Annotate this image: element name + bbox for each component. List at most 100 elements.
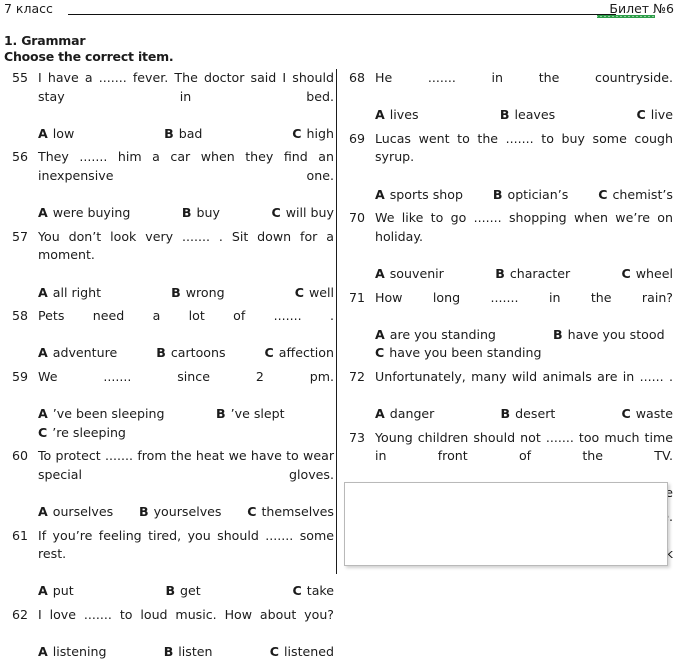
option-letter: B [495, 265, 505, 281]
answer-option[interactable]: Aourselves [38, 503, 113, 522]
option-letter: A [38, 284, 48, 300]
question-stem: Unfortunately, many wild animals are in … [375, 368, 673, 384]
question-item: 57 You don’t look very ....... . Sit down… [12, 228, 334, 302]
answer-option[interactable]: Bcharacter [495, 265, 570, 284]
question-item: 68 He ....... in the countryside. Alives Bl… [349, 69, 673, 125]
question-item: 70 We like to go ....... shopping when we… [349, 209, 673, 283]
answer-option[interactable]: Bdesert [501, 405, 556, 424]
option-text: adventure [52, 345, 118, 361]
answer-option[interactable]: Caffection [265, 344, 334, 363]
answer-option[interactable]: Asouvenir [375, 265, 444, 284]
answer-option[interactable]: Cwaste [621, 405, 673, 424]
answer-option[interactable]: Bwrong [171, 284, 225, 303]
answer-option[interactable]: Cchemist’s [598, 186, 673, 205]
option-text: waste [635, 406, 673, 422]
option-text: ’ve been sleeping [52, 406, 165, 422]
option-letter: A [38, 205, 48, 221]
answer-option[interactable]: Byourselves [139, 503, 222, 522]
answer-input-box[interactable] [344, 482, 668, 566]
answer-option[interactable]: Ctake [293, 582, 335, 601]
answer-option[interactable]: Cwheel [621, 265, 673, 284]
answer-option[interactable]: Chave you been standing [375, 344, 541, 363]
option-letter: C [271, 205, 281, 221]
option-text: take [306, 583, 334, 599]
question-stem: How long ....... in the rain? [375, 289, 673, 305]
answer-option[interactable]: Cthemselves [247, 503, 334, 522]
answer-option[interactable]: Alistening [38, 643, 106, 662]
ticket-label: Билет №6 [609, 1, 674, 16]
question-body: I love ....... to loud music. How about … [38, 606, 334, 662]
option-row: Aadventure Bcartoons Caffection [38, 344, 334, 363]
answer-option[interactable]: Alives [375, 106, 419, 125]
option-letter: A [375, 406, 385, 422]
answer-option[interactable]: Blisten [164, 643, 213, 662]
question-item: 69 Lucas went to the ....... to buy some … [349, 130, 673, 204]
question-number: 62 [12, 607, 29, 623]
question-body: You don’t look very ....... . Sit down f… [38, 228, 334, 302]
option-letter: A [38, 406, 48, 422]
question-stem: You don’t look very ....... . Sit down f… [38, 228, 334, 263]
answer-option[interactable]: A’ve been sleeping [38, 405, 216, 424]
question-body: Lucas went to the ....... to buy some co… [375, 130, 673, 204]
option-letter: B [171, 284, 181, 300]
option-text: ourselves [52, 504, 114, 520]
option-letter: A [375, 186, 385, 202]
option-text: desert [515, 406, 556, 422]
option-text: ’re sleeping [52, 424, 126, 440]
answer-option[interactable]: Aput [38, 582, 74, 601]
answer-option[interactable]: Aall right [38, 284, 101, 303]
answer-option[interactable]: Bbuy [182, 204, 220, 223]
question-body: How long ....... in the rain? Aare you st… [375, 289, 673, 363]
answer-option[interactable]: Boptician’s [493, 186, 568, 205]
option-letter: B [499, 107, 510, 123]
question-body: He ....... in the countryside. Alives Blea… [375, 69, 673, 125]
answer-option[interactable]: Bget [165, 582, 200, 601]
option-letter: C [636, 107, 646, 123]
option-text: bad [178, 125, 203, 141]
answer-option[interactable]: Cwell [295, 284, 334, 303]
option-letter: A [375, 107, 385, 123]
option-text: listen [178, 644, 213, 660]
option-row: Asports shop Boptician’s Cchemist’s [375, 186, 673, 205]
option-letter: B [164, 125, 174, 141]
spellcheck-underline-icon [597, 15, 655, 18]
option-text: listening [52, 644, 107, 660]
question-item: 62 I love ....... to loud music. How abou… [12, 606, 334, 662]
option-letter: A [38, 644, 48, 660]
answer-option[interactable]: Clive [637, 106, 673, 125]
option-text: cartoons [170, 345, 226, 361]
answer-option[interactable]: Asports shop [375, 186, 463, 205]
option-letter: C [292, 125, 302, 141]
question-item: 58 Pets need a lot of ....... . Aadventure… [12, 307, 334, 363]
answer-option[interactable]: Bbad [164, 125, 202, 144]
answer-option[interactable]: Alow [38, 125, 74, 144]
question-number: 60 [12, 448, 29, 464]
option-text: listened [284, 644, 334, 660]
option-letter: C [598, 186, 608, 202]
answer-option[interactable]: Clistened [270, 643, 334, 662]
answer-option[interactable]: Chigh [292, 125, 334, 144]
question-stem: Lucas went to the ....... to buy some co… [375, 130, 673, 165]
answer-option[interactable]: Bleaves [500, 106, 555, 125]
answer-option[interactable]: B’ve slept [216, 405, 285, 424]
option-row: Aourselves Byourselves Cthemselves [38, 503, 334, 522]
option-text: optician’s [507, 186, 569, 202]
option-letter: A [38, 125, 48, 141]
answer-option[interactable]: Cwill buy [272, 204, 334, 223]
answer-option[interactable]: C’re sleeping [38, 424, 126, 443]
page-header: 7 класс Билет №6 [0, 0, 679, 26]
answer-option[interactable]: Bcartoons [156, 344, 225, 363]
answer-option[interactable]: Bhave you stood [553, 326, 665, 345]
option-text: buy [196, 205, 220, 221]
option-letter: B [553, 326, 563, 342]
option-text: ’ve slept [230, 406, 285, 422]
option-row: Alives Bleaves Clive [375, 106, 673, 125]
answer-option[interactable]: Aare you standing [375, 326, 553, 345]
answer-option[interactable]: Awere buying [38, 204, 130, 223]
option-letter: B [138, 504, 149, 520]
answer-option[interactable]: Aadventure [38, 344, 117, 363]
answer-option[interactable]: Adanger [375, 405, 434, 424]
option-text: wheel [635, 265, 673, 281]
question-item: 72 Unfortunately, many wild animals are i… [349, 368, 673, 424]
option-text: high [306, 125, 334, 141]
